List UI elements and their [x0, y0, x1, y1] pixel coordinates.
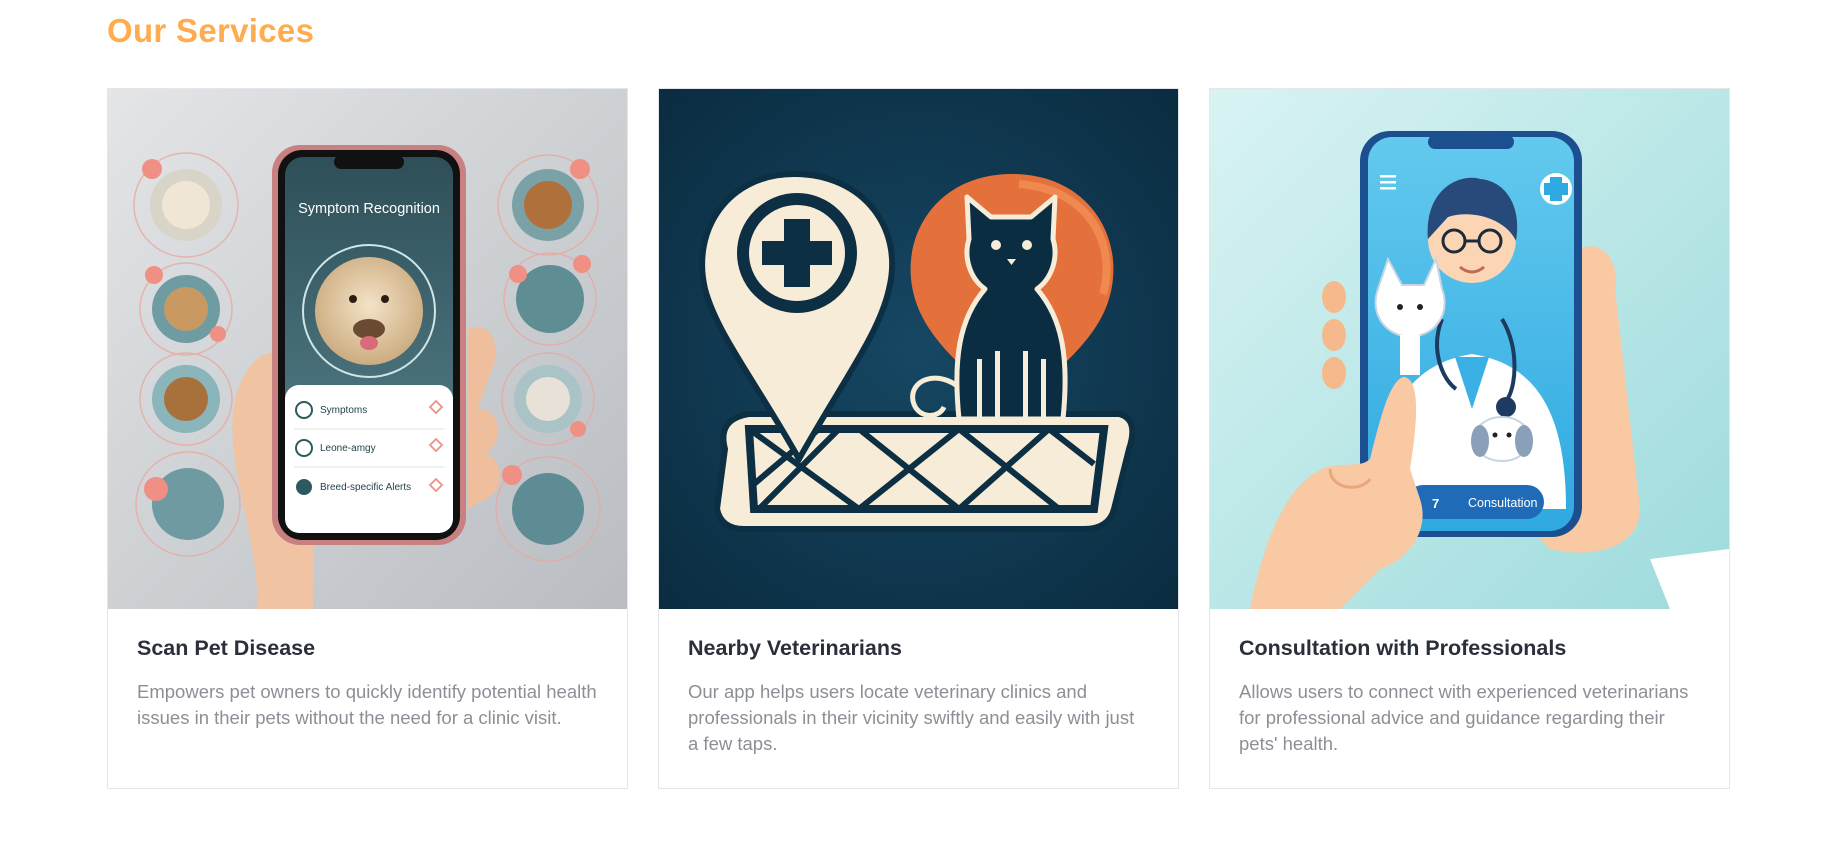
svg-text:7: 7 — [1432, 496, 1439, 511]
card-title: Scan Pet Disease — [137, 636, 316, 660]
service-card-nearby-veterinarians[interactable]: Nearby Veterinarians Our app helps users… — [658, 88, 1179, 789]
list-item-symptoms: Symptoms — [320, 405, 367, 416]
symptom-recognition-text: Symptom Recognition — [298, 201, 440, 217]
consultation-button-label: Consultation — [1468, 496, 1538, 510]
card-description: Our app helps users locate veterinary cl… — [688, 681, 1135, 754]
list-item-breed-alerts: Breed-specific Alerts — [320, 482, 411, 493]
card-title: Nearby Veterinarians — [688, 636, 902, 660]
card-description: Empowers pet owners to quickly identify … — [137, 681, 597, 728]
scan-pet-disease-illustration: Symptom Recognition Symptoms Leone-amgy … — [108, 89, 627, 609]
card-description: Allows users to connect with experienced… — [1239, 681, 1689, 754]
list-item-allergy: Leone-amgy — [320, 443, 376, 454]
service-card-scan-pet-disease[interactable]: Symptom Recognition Symptoms Leone-amgy … — [107, 88, 628, 789]
section-title: Our Services — [107, 12, 315, 49]
service-card-consultation[interactable]: 7 Consultation Consultation with Profess… — [1209, 88, 1730, 789]
nearby-veterinarians-illustration — [659, 89, 1178, 609]
card-title: Consultation with Professionals — [1239, 636, 1567, 660]
consultation-illustration: 7 Consultation — [1210, 89, 1729, 609]
